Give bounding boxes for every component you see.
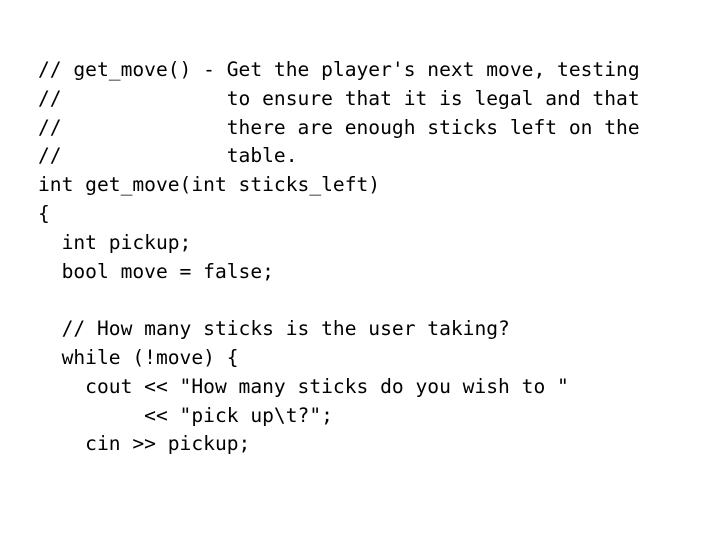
code-line: // table. — [38, 144, 298, 168]
code-line: { — [38, 201, 50, 225]
slide-canvas: // get_move() - Get the player's next mo… — [0, 0, 720, 540]
code-line: while (!move) { — [38, 345, 239, 369]
code-line: cout << "How many sticks do you wish to … — [38, 374, 569, 398]
code-line: cin >> pickup; — [38, 432, 251, 456]
code-line: // How many sticks is the user taking? — [38, 317, 510, 341]
code-line: // to ensure that it is legal and that — [38, 86, 640, 110]
code-line: << "pick up\t?"; — [38, 403, 333, 427]
code-line: // there are enough sticks left on the — [38, 115, 640, 139]
code-line: int pickup; — [38, 230, 192, 254]
code-line: bool move = false; — [38, 259, 274, 283]
code-line: int get_move(int sticks_left) — [38, 173, 381, 197]
code-line: // get_move() - Get the player's next mo… — [38, 58, 640, 81]
code-listing: // get_move() - Get the player's next mo… — [38, 56, 708, 459]
